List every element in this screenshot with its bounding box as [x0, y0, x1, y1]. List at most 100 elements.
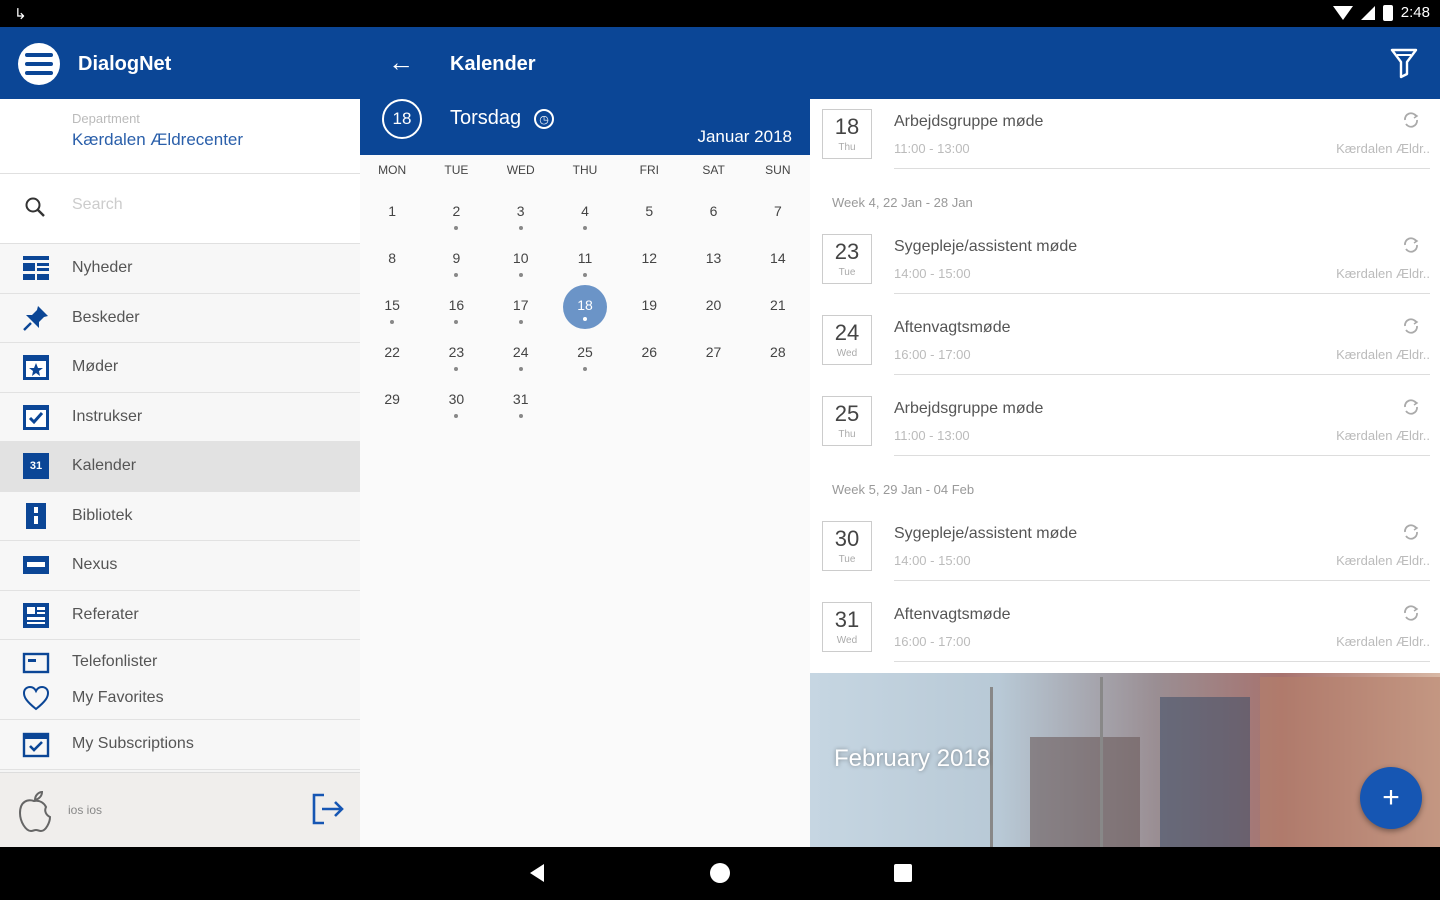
- library-icon: [22, 502, 50, 530]
- calendar-day[interactable]: 15: [360, 283, 424, 330]
- event-day: 31: [834, 607, 860, 632]
- calendar-day[interactable]: 14: [746, 236, 810, 283]
- calendar-day[interactable]: 3: [489, 189, 553, 236]
- calendar-day-number: 20: [705, 297, 722, 313]
- calendar-day[interactable]: 21: [746, 283, 810, 330]
- clock: 2:48: [1400, 4, 1430, 21]
- event-indicator-dot: [454, 320, 459, 324]
- selected-day-badge[interactable]: 18: [382, 99, 422, 139]
- clock-icon[interactable]: ◷: [534, 109, 554, 129]
- logout-icon[interactable]: [310, 791, 346, 827]
- calendar-day[interactable]: 7: [746, 189, 810, 236]
- calendar-day[interactable]: 30: [424, 377, 488, 424]
- calendar-day[interactable]: 8: [360, 236, 424, 283]
- calendar-day[interactable]: 28: [746, 330, 810, 377]
- meeting-icon: [22, 353, 50, 381]
- sidebar-item-label: Bibliotek: [72, 506, 133, 524]
- sidebar-item-nexus[interactable]: Nexus: [0, 541, 360, 591]
- sidebar-item-label: Telefonlister: [72, 652, 158, 670]
- calendar-day[interactable]: 29: [360, 377, 424, 424]
- calendar-day[interactable]: 9: [424, 236, 488, 283]
- plus-icon: +: [1382, 781, 1400, 814]
- calendar-day[interactable]: 17: [489, 283, 553, 330]
- sidebar-item-subscriptions[interactable]: My Subscriptions: [0, 720, 360, 770]
- event-title: Aftenvagtsmøde: [894, 319, 1011, 336]
- calendar-day[interactable]: 20: [681, 283, 745, 330]
- calendar-day-number: 19: [641, 297, 658, 313]
- system-back-icon[interactable]: [530, 864, 544, 882]
- calendar-day[interactable]: 10: [489, 236, 553, 283]
- pin-icon: [22, 304, 50, 332]
- calendar-day[interactable]: 23: [424, 330, 488, 377]
- search-input[interactable]: [72, 196, 332, 214]
- calendar-day[interactable]: 4: [553, 189, 617, 236]
- search-icon: [25, 197, 45, 217]
- calendar-day[interactable]: 24: [489, 330, 553, 377]
- event-day: 24: [834, 320, 860, 345]
- event-item[interactable]: 31 Wed Aftenvagtsmøde 16:00 - 17:00 Kærd…: [810, 592, 1440, 664]
- calendar-day[interactable]: 12: [617, 236, 681, 283]
- event-day: 18: [834, 114, 860, 139]
- system-recents-icon[interactable]: [894, 864, 912, 882]
- system-home-icon[interactable]: [710, 863, 730, 883]
- calendar-day[interactable]: 27: [681, 330, 745, 377]
- calendar-day-number: 30: [448, 391, 465, 407]
- event-indicator-dot: [582, 367, 587, 371]
- calendar-day[interactable]: 6: [681, 189, 745, 236]
- filter-icon[interactable]: [1390, 47, 1418, 79]
- sidebar-item-favorites[interactable]: My Favorites: [22, 684, 164, 712]
- event-item[interactable]: 18 Thu Arbejdsgruppe møde 11:00 - 13:00 …: [810, 99, 1440, 171]
- event-indicator-dot: [582, 226, 587, 230]
- status-bar: ↳ 2:48: [0, 0, 1440, 27]
- day-grid: 1 2 3 4 5 6 7 8 9 10 11 12 13 14 15 16 17 18 19 20 21 22 23 24 2…: [360, 189, 810, 424]
- event-list: 18 Thu Arbejdsgruppe møde 11:00 - 13:00 …: [810, 99, 1440, 673]
- event-indicator-dot: [582, 317, 587, 321]
- divider: [894, 293, 1430, 294]
- calendar-day[interactable]: 19: [617, 283, 681, 330]
- sidebar-item-label: My Subscriptions: [72, 735, 194, 753]
- department-selector[interactable]: Department Kærdalen Ældrecenter: [0, 99, 360, 174]
- calendar-day-number: 14: [770, 250, 786, 266]
- sidebar-item-label: Møder: [72, 358, 119, 376]
- event-time: 14:00 - 15:00: [894, 553, 971, 568]
- calendar-day[interactable]: 16: [424, 283, 488, 330]
- calendar-day[interactable]: 22: [360, 330, 424, 377]
- sync-icon: [1404, 399, 1419, 415]
- back-arrow-icon[interactable]: ←: [388, 47, 414, 78]
- event-item[interactable]: 23 Tue Sygepleje/assistent møde 14:00 - …: [810, 224, 1440, 296]
- week-header: Week 4, 22 Jan - 28 Jan: [832, 195, 973, 210]
- calendar-day[interactable]: 18: [553, 283, 617, 330]
- sidebar-item-beskeder[interactable]: Beskeder: [0, 293, 360, 343]
- calendar-day[interactable]: 26: [617, 330, 681, 377]
- sidebar-item-moder[interactable]: Møder: [0, 343, 360, 393]
- banner-building: [1030, 737, 1140, 847]
- calendar-day[interactable]: 1: [360, 189, 424, 236]
- calendar-day[interactable]: 11: [553, 236, 617, 283]
- event-indicator-dot: [582, 273, 587, 277]
- department-label: Department: [72, 111, 140, 126]
- sidebar-item-referater[interactable]: Referater: [0, 590, 360, 640]
- event-item[interactable]: 25 Thu Arbejdsgruppe møde 11:00 - 13:00 …: [810, 386, 1440, 458]
- calendar-day[interactable]: 25: [553, 330, 617, 377]
- calendar-day-number: 27: [705, 344, 722, 360]
- banner-mast: [990, 687, 993, 847]
- event-item[interactable]: 30 Tue Sygepleje/assistent møde 14:00 - …: [810, 511, 1440, 583]
- sidebar-item-instrukser[interactable]: Instrukser: [0, 392, 360, 442]
- weekday-label: FRI: [639, 163, 659, 177]
- sidebar-item-nyheder[interactable]: Nyheder: [0, 244, 360, 294]
- add-event-button[interactable]: +: [1360, 767, 1422, 829]
- event-date: 24 Wed: [822, 315, 872, 365]
- sidebar-item-telefonlister[interactable]: Telefonlister: [22, 648, 157, 676]
- event-location: Kærdalen Ældr..: [1336, 634, 1430, 649]
- calendar-day[interactable]: 2: [424, 189, 488, 236]
- event-item[interactable]: 24 Wed Aftenvagtsmøde 16:00 - 17:00 Kærd…: [810, 305, 1440, 377]
- calendar-day-number: 29: [384, 391, 400, 407]
- calendar-day[interactable]: 13: [681, 236, 745, 283]
- weekday-label: WED: [506, 163, 535, 177]
- calendar-day[interactable]: 31: [489, 377, 553, 424]
- sidebar-item-kalender[interactable]: 31 Kalender: [0, 442, 360, 492]
- sidebar-item-bibliotek[interactable]: Bibliotek: [0, 491, 360, 541]
- dialognet-logo-icon: [18, 43, 60, 85]
- event-title: Aftenvagtsmøde: [894, 606, 1011, 623]
- calendar-day[interactable]: 5: [617, 189, 681, 236]
